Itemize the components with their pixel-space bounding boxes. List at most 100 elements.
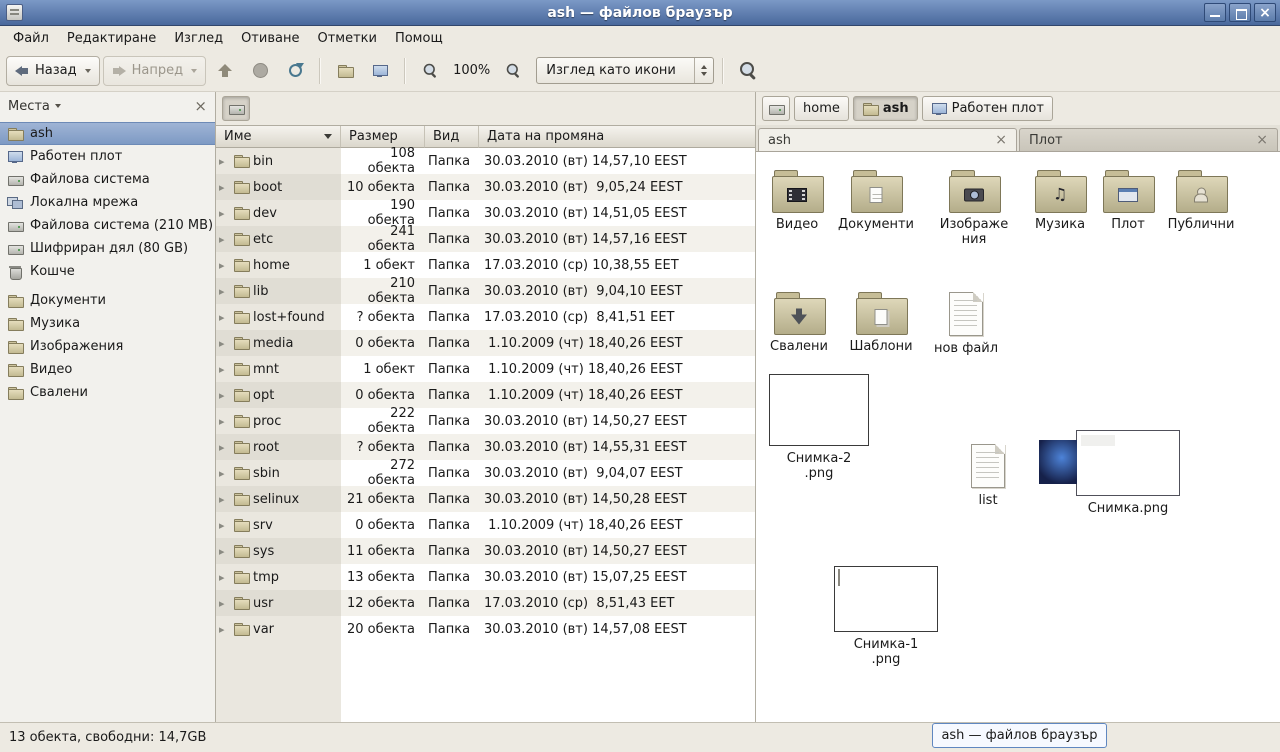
path-button[interactable]: ash	[853, 96, 918, 121]
icon-view[interactable]: Видео Документи Изображения	[756, 152, 1280, 722]
sidebar-item[interactable]: Работен плот	[0, 145, 215, 168]
table-row[interactable]: selinux 21 обекта Папка 30.03.2010 (вт) …	[216, 486, 755, 512]
table-row[interactable]: srv 0 обекта Папка 1.10.2009 (чт) 18,40,…	[216, 512, 755, 538]
table-row[interactable]: proc 222 обекта Папка 30.03.2010 (вт) 14…	[216, 408, 755, 434]
sidebar-title-caret-icon[interactable]	[55, 104, 61, 108]
sidebar-title[interactable]: Места	[8, 99, 50, 114]
expander-icon[interactable]	[219, 441, 229, 454]
menu-item[interactable]: Изглед	[165, 28, 232, 49]
sidebar-item[interactable]: Видео	[0, 358, 215, 381]
expander-icon[interactable]	[219, 363, 229, 376]
forward-button[interactable]: Напред	[103, 56, 206, 86]
sidebar-item[interactable]: Изображения	[0, 335, 215, 358]
home-button[interactable]	[329, 55, 361, 87]
up-button[interactable]	[209, 55, 241, 87]
tab[interactable]: Плот	[1019, 128, 1278, 151]
table-row[interactable]: opt 0 обекта Папка 1.10.2009 (чт) 18,40,…	[216, 382, 755, 408]
taskbar-window-button[interactable]: ash — файлов браузър	[932, 723, 1107, 748]
expander-icon[interactable]	[219, 155, 229, 168]
sidebar-item[interactable]: Музика	[0, 312, 215, 335]
sidebar-close-icon[interactable]	[194, 97, 207, 115]
file-icon-item[interactable]: list	[943, 444, 1033, 509]
table-row[interactable]: media 0 обекта Папка 1.10.2009 (чт) 18,4…	[216, 330, 755, 356]
sidebar-item[interactable]: Кошче	[0, 260, 215, 283]
table-row[interactable]: mnt 1 обект Папка 1.10.2009 (чт) 18,40,2…	[216, 356, 755, 382]
expander-icon[interactable]	[219, 545, 229, 558]
expander-icon[interactable]	[219, 571, 229, 584]
file-icon-item[interactable]: Снимка.png	[1073, 430, 1183, 517]
column-header-date[interactable]: Дата на промяна	[479, 126, 755, 148]
table-row[interactable]: dev 190 обекта Папка 30.03.2010 (вт) 14,…	[216, 200, 755, 226]
expander-icon[interactable]	[219, 285, 229, 298]
menu-item[interactable]: Отметки	[308, 28, 385, 49]
root-location-button[interactable]	[222, 96, 250, 121]
table-row[interactable]: tmp 13 обекта Папка 30.03.2010 (вт) 15,0…	[216, 564, 755, 590]
zoom-in-button[interactable]	[497, 55, 529, 87]
tab-close-icon[interactable]	[1256, 132, 1268, 148]
menu-item[interactable]: Редактиране	[58, 28, 165, 49]
path-button[interactable]: Работен плот	[922, 96, 1053, 121]
expander-icon[interactable]	[219, 467, 229, 480]
table-row[interactable]: etc 241 обекта Папка 30.03.2010 (вт) 14,…	[216, 226, 755, 252]
menu-item[interactable]: Отиване	[232, 28, 308, 49]
file-icon-item[interactable]: Документи	[831, 170, 921, 233]
expander-icon[interactable]	[219, 415, 229, 428]
tab-close-icon[interactable]	[995, 132, 1007, 148]
expander-icon[interactable]	[219, 623, 229, 636]
expander-icon[interactable]	[219, 597, 229, 610]
column-header-type[interactable]: Вид	[425, 126, 479, 148]
menu-item[interactable]: Файл	[4, 28, 58, 49]
tab[interactable]: ash	[758, 128, 1017, 151]
sidebar-item[interactable]: ash	[0, 122, 215, 145]
minimize-button[interactable]	[1204, 3, 1226, 22]
file-icon-item[interactable]: Видео	[756, 170, 842, 233]
table-row[interactable]: home 1 обект Папка 17.03.2010 (ср) 10,38…	[216, 252, 755, 278]
file-icon-item[interactable]: Изображения	[929, 170, 1019, 248]
sidebar-item[interactable]: Свалени	[0, 381, 215, 404]
computer-button[interactable]	[364, 55, 396, 87]
file-icon-item[interactable]: Снимка-1.png	[831, 566, 941, 668]
file-icon-item[interactable]: Снимка-2.png	[764, 374, 874, 482]
table-row[interactable]: boot 10 обекта Папка 30.03.2010 (вт) 9,0…	[216, 174, 755, 200]
column-header-size[interactable]: Размер	[341, 126, 425, 148]
sidebar-item[interactable]: Файлова система	[0, 168, 215, 191]
maximize-button[interactable]	[1229, 3, 1251, 22]
path-button[interactable]: home	[794, 96, 849, 121]
expander-icon[interactable]	[219, 389, 229, 402]
stop-button[interactable]	[244, 55, 276, 87]
reload-button[interactable]	[279, 55, 311, 87]
back-button[interactable]: Назад	[6, 56, 100, 86]
menu-item[interactable]: Помощ	[386, 28, 452, 49]
table-row[interactable]: lost+found ? обекта Папка 17.03.2010 (ср…	[216, 304, 755, 330]
expander-icon[interactable]	[219, 337, 229, 350]
zoom-level[interactable]: 100%	[449, 63, 494, 78]
expander-icon[interactable]	[219, 311, 229, 324]
table-row[interactable]: lib 210 обекта Папка 30.03.2010 (вт) 9,0…	[216, 278, 755, 304]
table-row[interactable]: bin 108 обекта Папка 30.03.2010 (вт) 14,…	[216, 148, 755, 174]
file-icon-item[interactable]: Свалени	[756, 292, 844, 355]
expander-icon[interactable]	[219, 233, 229, 246]
view-mode-select[interactable]: Изглед като икони	[536, 57, 714, 84]
search-button[interactable]	[732, 55, 764, 87]
sidebar-item[interactable]: Локална мрежа	[0, 191, 215, 214]
expander-icon[interactable]	[219, 181, 229, 194]
expander-icon[interactable]	[219, 519, 229, 532]
close-button[interactable]	[1254, 3, 1276, 22]
sidebar-item[interactable]: Файлова система (210 MB)	[0, 214, 215, 237]
file-icon-item[interactable]: Публични	[1156, 170, 1246, 233]
expander-icon[interactable]	[219, 207, 229, 220]
table-row[interactable]: var 20 обекта Папка 30.03.2010 (вт) 14,5…	[216, 616, 755, 642]
file-icon-item[interactable]: нов файл	[921, 292, 1011, 357]
column-header-name[interactable]: Име	[216, 126, 341, 148]
sidebar-item[interactable]: Документи	[0, 289, 215, 312]
table-row[interactable]: usr 12 обекта Папка 17.03.2010 (ср) 8,51…	[216, 590, 755, 616]
expander-icon[interactable]	[219, 493, 229, 506]
back-history-caret-icon[interactable]	[85, 69, 91, 73]
file-icon-item[interactable]: Шаблони	[836, 292, 926, 355]
view-mode-spinner-icon[interactable]	[694, 58, 713, 83]
zoom-out-button[interactable]	[414, 55, 446, 87]
table-row[interactable]: sbin 272 обекта Папка 30.03.2010 (вт) 9,…	[216, 460, 755, 486]
table-row[interactable]: sys 11 обекта Папка 30.03.2010 (вт) 14,5…	[216, 538, 755, 564]
table-row[interactable]: root ? обекта Папка 30.03.2010 (вт) 14,5…	[216, 434, 755, 460]
expander-icon[interactable]	[219, 259, 229, 272]
